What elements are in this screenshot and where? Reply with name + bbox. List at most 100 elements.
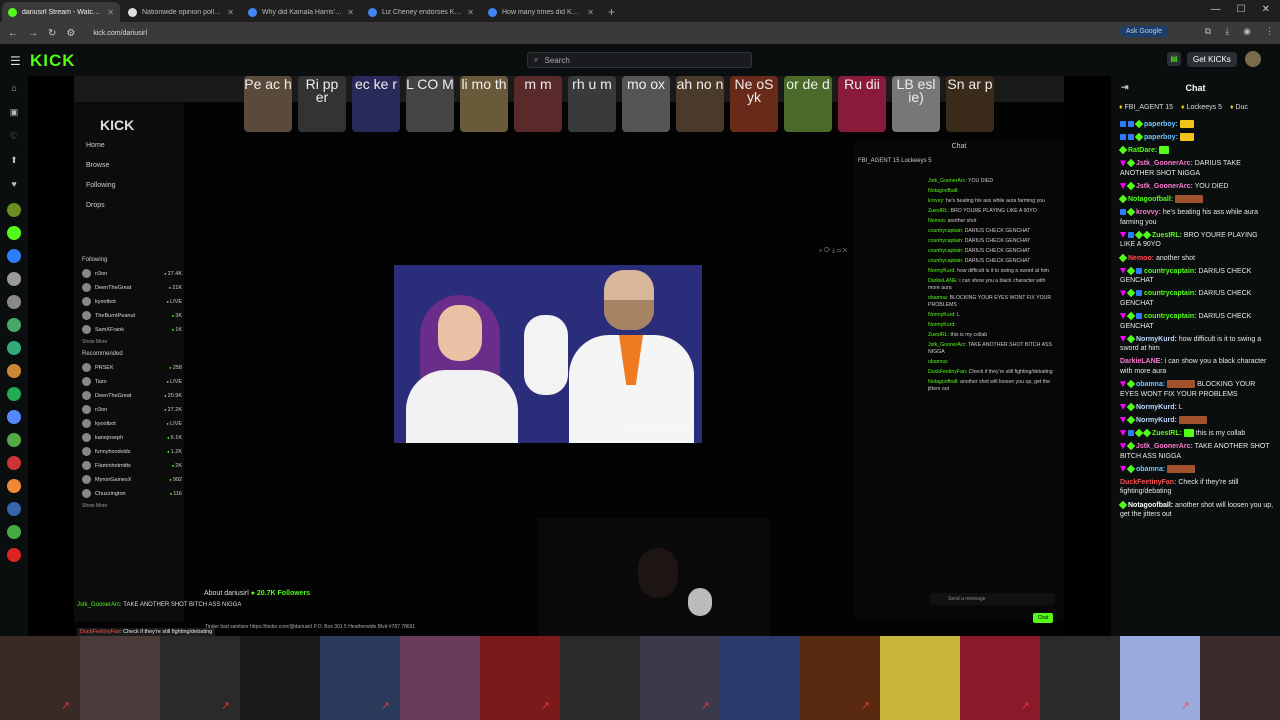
site-info-icon[interactable]: ⚙	[66, 28, 75, 39]
close-window-button[interactable]: ✕	[1262, 4, 1270, 15]
new-tab-button[interactable]: +	[608, 5, 615, 19]
channel-avatar[interactable]	[7, 502, 21, 516]
forward-icon[interactable]: →	[28, 28, 38, 39]
chat-username[interactable]: paperboy:	[1144, 134, 1178, 141]
channel-avatar[interactable]	[7, 433, 21, 447]
chat-username[interactable]: DarkieLANE:	[1120, 358, 1163, 365]
chat-username[interactable]: NormyKurd:	[1136, 404, 1177, 411]
library-icon[interactable]: ▤	[1167, 52, 1181, 66]
chat-username[interactable]: krovvy:	[1136, 209, 1161, 216]
chat-username[interactable]: RatDare:	[1128, 147, 1157, 154]
channel-avatar[interactable]	[7, 364, 21, 378]
close-tab-icon[interactable]: ✕	[347, 8, 354, 17]
chat-username[interactable]: NormyKurd:	[1136, 417, 1177, 424]
close-tab-icon[interactable]: ✕	[587, 8, 594, 17]
browser-tab[interactable]: Nationwide opinion polling for ✕	[122, 2, 240, 22]
chat-username[interactable]: obamna:	[1136, 381, 1165, 388]
chat-username[interactable]: Jstk_GoonerArc:	[1136, 443, 1193, 450]
chat-username[interactable]: Jstk_GoonerArc:	[1136, 160, 1193, 167]
channel-name: Chuzzington	[95, 490, 126, 497]
chat-username[interactable]: ZuesIRL:	[1152, 430, 1182, 437]
maximize-button[interactable]: ☐	[1237, 4, 1246, 15]
channel-avatar[interactable]	[7, 548, 21, 562]
mod-badge-icon	[1126, 334, 1136, 344]
channel-avatar[interactable]	[7, 226, 21, 240]
chat-username[interactable]: Nemoo:	[1128, 255, 1154, 262]
home-icon[interactable]: ⌂	[7, 83, 21, 97]
get-kicks-button[interactable]: Get KICKs	[1187, 52, 1237, 67]
chat-username[interactable]: DuckFeetinyFan:	[1120, 479, 1176, 486]
chat-username[interactable]: countrycaptain:	[1144, 313, 1197, 320]
overlay-chat-message-2: DuckFeetinyFan: Check if they're still f…	[77, 628, 216, 636]
channel-avatar	[82, 447, 91, 456]
chat-username[interactable]: ZuesIRL:	[1152, 232, 1182, 239]
chat-username[interactable]: Notagoofball:	[1128, 502, 1173, 509]
emote-thumbnail	[240, 636, 320, 720]
channel-avatar[interactable]	[7, 249, 21, 263]
chat-message: DuckFeetinyFan: Check if they're still f…	[1120, 478, 1274, 497]
tab-label: Liz Cheney endorses Kamala Ha	[382, 8, 462, 16]
minimize-button[interactable]: —	[1211, 4, 1221, 15]
mod-badge-icon	[1134, 119, 1144, 129]
url-field[interactable]: kick.com/dariusirl	[93, 30, 147, 37]
channel-avatar[interactable]	[7, 341, 21, 355]
profile-icon[interactable]: ◉	[1243, 26, 1251, 37]
close-tab-icon[interactable]: ✕	[227, 8, 234, 17]
channel-avatar[interactable]	[7, 456, 21, 470]
leaderboard-entry[interactable]: ♦ Lockeeys 5	[1181, 104, 1222, 114]
ask-google-button[interactable]: Ask Google	[1119, 26, 1168, 37]
inner-chat-message: countrycaptain: DARIUS CHECK GENCHAT	[928, 238, 1054, 245]
channel-avatar[interactable]	[7, 525, 21, 539]
close-tab-icon[interactable]: ✕	[467, 8, 474, 17]
chat-text: YOU DIED	[1192, 182, 1229, 190]
chat-panel: ⇥ Chat ♦ FBI_AGENT 15 ♦ Lockeeys 5 ♦ Duc p…	[1111, 76, 1280, 636]
browser-tab[interactable]: Why did Kamala Harris's polling ✕	[242, 2, 360, 22]
channel-avatar	[82, 377, 91, 386]
browse-icon[interactable]: ▣	[7, 107, 21, 121]
following-icon[interactable]: ♡	[7, 131, 21, 145]
vip-badge-icon	[1120, 335, 1126, 342]
leaderboard-entry[interactable]: ♦ Duc	[1230, 104, 1248, 114]
browser-tab[interactable]: dariusirl Stream - Watch Live on ✕	[2, 2, 120, 22]
chat-username[interactable]: countrycaptain:	[1144, 290, 1197, 297]
inner-chat-message: Nemoo: another shot	[928, 218, 1054, 225]
channel-name: DeenTheGreat	[95, 284, 132, 291]
chat-username[interactable]: Notagoofball:	[1128, 196, 1173, 203]
mod-badge-icon	[1126, 159, 1136, 168]
channel-avatar[interactable]	[7, 479, 21, 493]
channel-avatar[interactable]	[7, 387, 21, 401]
chat-username[interactable]: paperboy:	[1144, 121, 1178, 128]
drops-icon[interactable]: ⬆	[7, 155, 21, 169]
extensions-icon[interactable]: ⧉	[1205, 26, 1211, 37]
chat-username[interactable]: countrycaptain:	[1144, 268, 1197, 275]
chat-message: Jstk_GoonerArc: YOU DIED	[1120, 181, 1274, 192]
search-input[interactable]: ⌕ Search	[527, 52, 752, 68]
chat-username[interactable]: NormyKurd:	[1136, 336, 1177, 343]
download-icon[interactable]: ⤓	[1225, 26, 1229, 37]
back-icon[interactable]: ←	[8, 28, 18, 39]
browser-tab[interactable]: Liz Cheney endorses Kamala Ha ✕	[362, 2, 480, 22]
chat-username[interactable]: Jstk_GoonerArc:	[1136, 183, 1193, 190]
channel-avatar[interactable]	[7, 272, 21, 286]
channel-avatar[interactable]	[7, 410, 21, 424]
user-avatar[interactable]	[1245, 51, 1261, 67]
channel-avatar[interactable]	[7, 318, 21, 332]
sub-badge-icon	[1128, 134, 1134, 141]
browser-tab-bar: dariusirl Stream - Watch Live on✕Nationw…	[0, 0, 1280, 22]
channel-avatar[interactable]	[7, 295, 21, 309]
browser-tab[interactable]: How many times did Kamala ca ✕	[482, 2, 600, 22]
chat-username[interactable]: obamna:	[1136, 466, 1165, 473]
leaderboard-entry[interactable]: ♦ FBI_AGENT 15	[1119, 104, 1173, 114]
kick-logo[interactable]: KICK	[30, 51, 76, 71]
vip-badge-icon	[1120, 443, 1126, 450]
heart-icon[interactable]: ♥	[7, 179, 21, 193]
hamburger-menu-icon[interactable]: ☰	[10, 54, 21, 68]
menu-icon[interactable]: ⋮	[1265, 26, 1274, 37]
emote-tile: m m	[514, 76, 562, 132]
collapse-chat-icon[interactable]: ⇥	[1121, 82, 1129, 93]
close-tab-icon[interactable]: ✕	[107, 8, 114, 17]
reload-icon[interactable]: ↻	[48, 28, 56, 39]
inner-chat-user: countrycaptain:	[928, 228, 964, 234]
channel-avatar[interactable]	[7, 203, 21, 217]
emote-thumbnail	[1200, 636, 1280, 720]
